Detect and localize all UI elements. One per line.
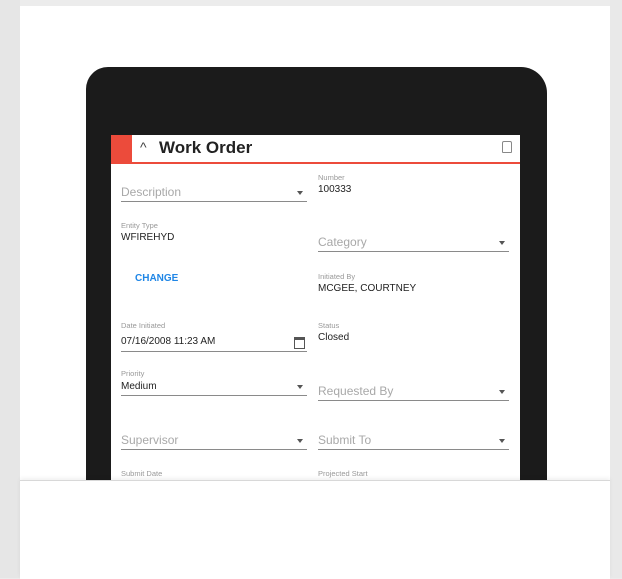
priority-value: Medium (121, 381, 157, 392)
status-value: Closed (318, 332, 350, 343)
tablet-device: ^ Work Order Description Number 100333 E… (86, 67, 547, 484)
dropdown-caret-icon (499, 390, 505, 394)
projected-start-label: Projected Start (318, 469, 368, 478)
number-label: Number (318, 173, 345, 182)
status-field: Status Closed (318, 321, 349, 344)
date-initiated-label: Date Initiated (121, 321, 166, 330)
bottom-content-card (20, 480, 610, 579)
change-button[interactable]: CHANGE (135, 273, 178, 284)
dropdown-caret-icon (297, 385, 303, 389)
status-label: Status (318, 321, 340, 330)
page-left-margin (0, 0, 20, 578)
page-right-margin (610, 0, 622, 578)
entity-type-label: Entity Type (121, 221, 158, 230)
initiated-by-field: Initiated By MCGEE, COURTNEY (318, 272, 416, 295)
entity-type-value: WFIREHYD (121, 232, 175, 243)
entity-type-field: Entity Type WFIREHYD (121, 221, 174, 244)
lock-icon (502, 141, 512, 153)
header-accent-bar (111, 135, 132, 162)
number-field: Number 100333 (318, 173, 351, 196)
requested-by-placeholder: Requested By (318, 384, 394, 398)
initiated-by-value: MCGEE, COURTNEY (318, 283, 417, 294)
description-dropdown[interactable]: Description (121, 183, 307, 202)
illustration-canvas: ^ Work Order Description Number 100333 E… (20, 6, 610, 484)
page-title: Work Order (159, 138, 253, 157)
submit-to-dropdown[interactable]: Submit To (318, 431, 509, 450)
supervisor-dropdown[interactable]: Supervisor (121, 431, 307, 450)
work-order-header[interactable]: ^ Work Order (111, 135, 520, 164)
date-initiated-value: 07/16/2008 11:23 AM (121, 336, 216, 347)
date-initiated-input[interactable]: 07/16/2008 11:23 AM (121, 334, 307, 352)
requested-by-dropdown[interactable]: Requested By (318, 382, 509, 401)
supervisor-placeholder: Supervisor (121, 433, 179, 447)
chevron-up-icon[interactable]: ^ (140, 139, 147, 155)
priority-dropdown[interactable]: Medium (121, 377, 307, 396)
projected-start-field: Projected Start (318, 469, 368, 479)
description-placeholder: Description (121, 185, 182, 199)
calendar-icon[interactable] (294, 337, 305, 349)
date-initiated-field: Date Initiated (121, 321, 165, 331)
number-value: 100333 (318, 184, 352, 195)
dropdown-caret-icon (297, 439, 303, 443)
submit-to-placeholder: Submit To (318, 433, 372, 447)
submit-date-field: Submit Date (121, 469, 162, 479)
category-placeholder: Category (318, 235, 367, 249)
tablet-screen: ^ Work Order Description Number 100333 E… (111, 135, 520, 484)
dropdown-caret-icon (499, 439, 505, 443)
submit-date-label: Submit Date (121, 469, 163, 478)
dropdown-caret-icon (499, 241, 505, 245)
initiated-by-label: Initiated By (318, 272, 356, 281)
category-dropdown[interactable]: Category (318, 233, 509, 252)
dropdown-caret-icon (297, 191, 303, 195)
